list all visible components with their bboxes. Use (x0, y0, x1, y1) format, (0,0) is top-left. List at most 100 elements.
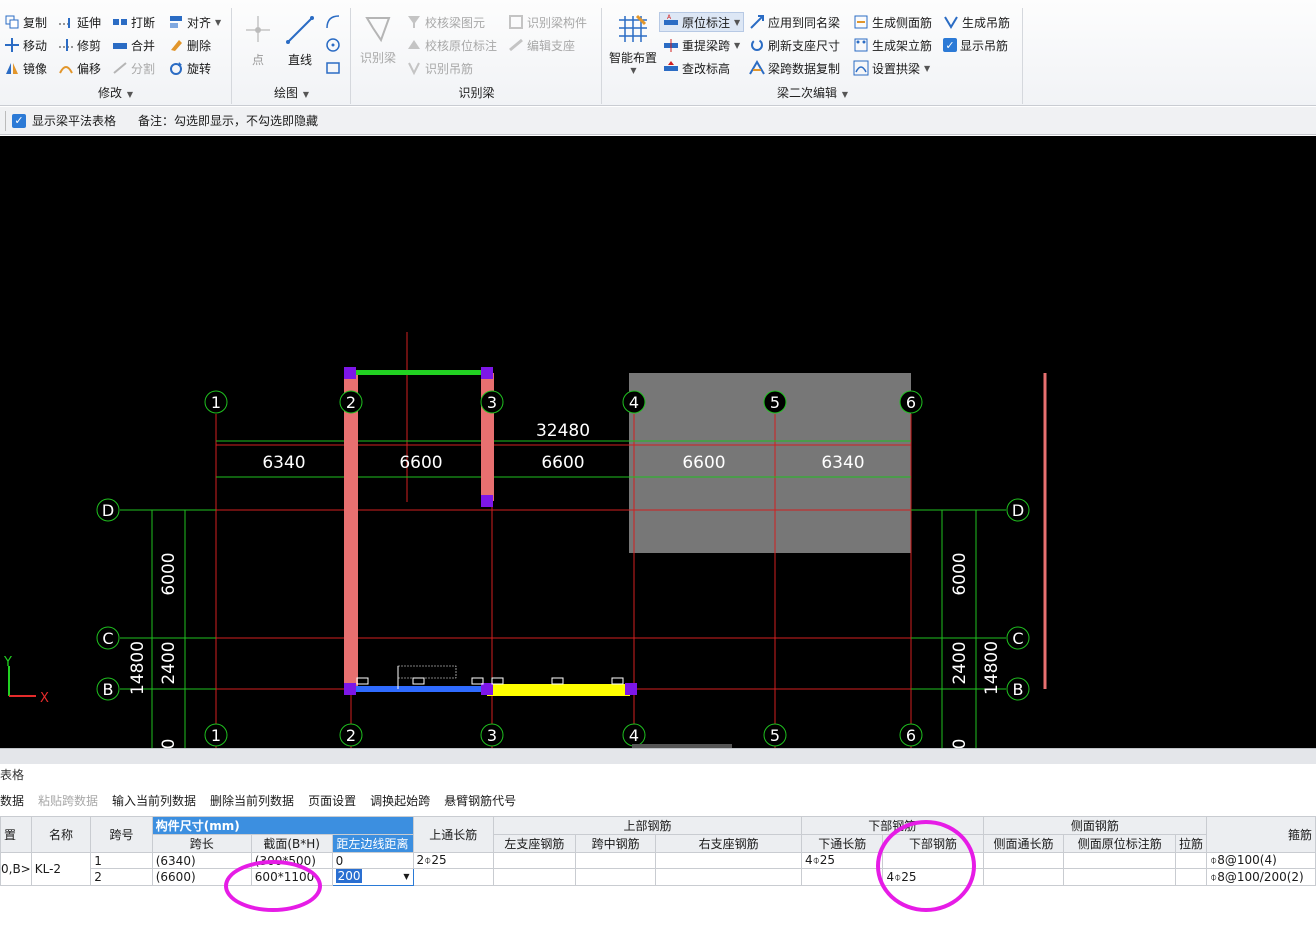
cell-offset[interactable]: 0 (331, 852, 414, 869)
axis-top-2-label: 2 (346, 393, 356, 412)
beam-green-top (351, 370, 487, 375)
option-note: 备注：勾选即显示，不勾选即隐藏 (138, 114, 319, 128)
apply-same-name-button[interactable]: 应用到同名梁 (749, 12, 840, 32)
offset-edit-input[interactable]: 200 (335, 869, 363, 883)
cell-tie[interactable] (1175, 852, 1208, 869)
copy-button[interactable]: 复制 (4, 12, 47, 32)
cell-bottom-through[interactable] (800, 868, 884, 886)
show-hanger-toggle[interactable]: ✓ 显示吊筋 (943, 35, 1008, 55)
tool-delete-column[interactable]: 删除当前列数据 (210, 792, 294, 809)
offset-button[interactable]: 偏移 (58, 58, 101, 78)
axis-bottom-4-label: 4 (629, 726, 639, 745)
table-row[interactable]: 0,B> KL-2 1 (6340) (300*500) 0 2⌽25 4⌽25… (0, 852, 1316, 886)
tool-paste-span-data[interactable]: 粘贴跨数据 (38, 792, 98, 809)
identify-hanger-button[interactable]: 识别吊筋 (406, 58, 473, 78)
edit-elevation-button[interactable]: 查改标高 (663, 58, 730, 78)
trim-button[interactable]: 修剪 (58, 35, 101, 55)
row-dimension-right-2: 2400 (950, 641, 970, 684)
tool-input-column[interactable]: 输入当前列数据 (112, 792, 196, 809)
delete-button[interactable]: 删除 (168, 35, 211, 55)
cell-offset-editing[interactable]: 200 ▼ (331, 868, 414, 886)
point-button[interactable]: 点 (245, 14, 271, 68)
extend-icon (58, 14, 74, 30)
copy-span-data-button[interactable]: 梁跨数据复制 (749, 58, 840, 78)
arc-icon[interactable] (325, 14, 341, 33)
generate-erection-bar-button[interactable]: 生成架立筋 (853, 35, 932, 55)
col-name: 名称 (30, 816, 92, 853)
cad-drawing[interactable]: 324806340 6600 6600 6600 6340600024001480060… (0, 136, 1316, 748)
show-table-checkbox[interactable]: ✓ (12, 113, 26, 128)
tool-page-setup[interactable]: 页面设置 (308, 792, 356, 809)
panel-title: 表格 (0, 768, 25, 782)
secondary-edit-group-label: 梁二次编辑 ▼ (777, 86, 848, 100)
axis-bottom-2-label: 2 (346, 726, 356, 745)
mirror-button[interactable]: 镜像 (4, 58, 47, 78)
merge-button[interactable]: 合并 (112, 35, 155, 55)
line-button[interactable]: 直线 (285, 14, 315, 68)
cell-top-through[interactable] (412, 868, 495, 886)
cell-mid-span[interactable] (574, 852, 657, 869)
tool-copy-span-data[interactable]: 数据 (0, 792, 24, 809)
axis-bottom-3-label: 3 (487, 726, 497, 745)
svg-text:A: A (667, 14, 672, 21)
extend-button[interactable]: 延伸 (58, 12, 101, 32)
align-button[interactable]: 对齐 ▼ (168, 12, 221, 32)
smart-layout-button[interactable]: 智能布置 ▼ (609, 14, 657, 75)
cell-top-through[interactable]: 2⌽25 (412, 852, 495, 869)
eraser-icon (168, 37, 184, 53)
cell-name[interactable]: KL-2 (30, 852, 92, 886)
cell-span-no[interactable]: 1 (90, 852, 153, 869)
set-arch-beam-button[interactable]: 设置拱梁 ▼ (853, 58, 930, 78)
identify-beam-button[interactable]: 识别梁 (360, 14, 396, 66)
ucs-x-label: X (40, 691, 49, 706)
cell-side-in-situ[interactable] (1063, 868, 1177, 886)
check-in-situ-button[interactable]: 校核原位标注 (406, 35, 497, 55)
identify-beam-component-button[interactable]: 识别梁构件 (508, 12, 587, 32)
axis-bottom-5-label: 5 (770, 726, 780, 745)
trim-icon (58, 37, 74, 53)
cell-position[interactable]: 0,B> (0, 852, 32, 886)
cell-span-len[interactable]: (6340) (151, 852, 252, 869)
generate-side-bar-button[interactable]: 生成侧面筋 (853, 12, 932, 32)
split-button[interactable]: 分割 (112, 58, 155, 78)
cell-side-in-situ[interactable] (1063, 852, 1177, 869)
cell-left-support[interactable] (493, 868, 576, 886)
span-dimension: 6600 (399, 453, 442, 473)
cell-left-support[interactable] (493, 852, 576, 869)
cell-span-no[interactable]: 2 (90, 868, 153, 886)
chevron-down-icon[interactable]: ▼ (403, 870, 409, 885)
cell-bottom-through[interactable]: 4⌽25 (800, 852, 884, 869)
copy-icon (4, 14, 20, 30)
cell-side-through[interactable] (982, 868, 1065, 886)
rectangle-icon[interactable] (325, 60, 341, 79)
chevron-down-icon: ▼ (630, 66, 637, 75)
col-mid-span: 跨中钢筋 (574, 834, 657, 853)
move-button[interactable]: 移动 (4, 35, 47, 55)
rotate-button[interactable]: 旋转 (168, 58, 211, 78)
cell-mid-span[interactable] (574, 868, 657, 886)
circle-icon[interactable] (325, 37, 341, 56)
cell-tie[interactable] (1175, 868, 1208, 886)
break-button[interactable]: 打断 (112, 12, 155, 32)
re-extract-span-button[interactable]: 重提梁跨 ▼ (663, 35, 740, 55)
generate-hanger-button[interactable]: 生成吊筋 (943, 12, 1010, 32)
edit-support-button[interactable]: 编辑支座 (508, 35, 575, 55)
cell-stirrup[interactable]: ⌽8@100(4) (1206, 852, 1316, 869)
cell-side-through[interactable] (982, 852, 1065, 869)
annotation-box-1 (412, 677, 425, 685)
cell-stirrup[interactable]: ⌽8@100/200(2) (1206, 868, 1316, 886)
refresh-support-button[interactable]: 刷新支座尺寸 (749, 35, 840, 55)
cell-right-support[interactable] (655, 852, 802, 869)
tool-swap-start-span[interactable]: 调换起始跨 (370, 792, 430, 809)
beam-table-panel: 表格 数据 粘贴跨数据 输入当前列数据 删除当前列数据 页面设置 调换起始跨 悬… (0, 748, 1316, 952)
check-beam-elements-button[interactable]: 校核梁图元 (406, 12, 485, 32)
drawing-canvas[interactable]: 32480 6340 6600 6600 6600 6340 6000 2400 14800 60… (0, 136, 1316, 748)
apply-icon (749, 14, 765, 30)
chevron-down-icon: ▼ (924, 63, 931, 73)
table-row[interactable]: 2 (6600) 600*1100 200 ▼ 4⌽25 ⌽8@100/200(… (1, 868, 1316, 886)
modify-group: 复制 延伸 打断 对齐 ▼ 移动 修剪 合并 删除 镜像 偏移 分割 旋转 修改… (0, 8, 232, 104)
cell-right-support[interactable] (655, 868, 802, 886)
axis-left-C-label: C (102, 629, 113, 648)
tool-cantilever-code[interactable]: 悬臂钢筋代号 (444, 792, 516, 809)
in-situ-annotation-button[interactable]: A 原位标注 ▼ (659, 12, 745, 32)
